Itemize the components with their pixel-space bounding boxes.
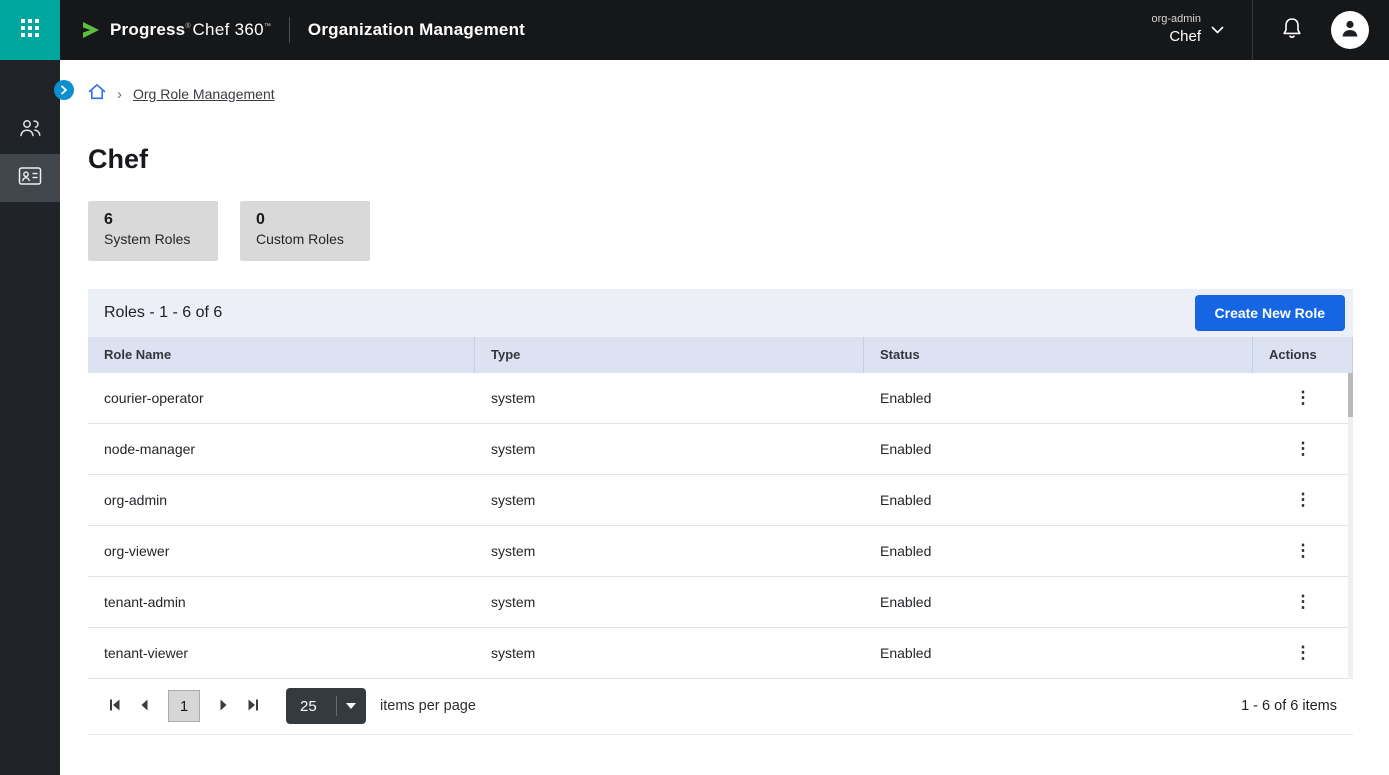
chevron-down-icon [1211,21,1224,39]
role-name-cell: tenant-admin [88,594,475,610]
role-status-cell: Enabled [864,543,1253,559]
page-title: Chef [88,144,1389,175]
role-type-cell: system [475,492,864,508]
table-row: org-viewersystemEnabled ⋮ [88,526,1353,577]
users-icon [18,117,42,144]
page-number-button[interactable]: 1 [168,690,200,722]
app-launcher-button[interactable] [0,0,60,60]
table-toolbar: Roles - 1 - 6 of 6 Create New Role [88,289,1353,337]
table-row: tenant-viewersystemEnabled ⋮ [88,628,1353,679]
row-actions-kebab-button[interactable]: ⋮ [1289,639,1317,667]
stat-label: Custom Roles [256,230,354,249]
chevron-down-icon [346,703,356,709]
role-name-cell: org-viewer [88,543,475,559]
previous-page-button[interactable] [130,691,160,721]
role-name-cell: tenant-viewer [88,645,475,661]
roles-table-body: courier-operatorsystemEnabled⋮node-manag… [88,373,1353,679]
column-header-status: Status [864,337,1253,373]
role-name-cell: node-manager [88,441,475,457]
header-divider [289,17,290,43]
brand-logo: Progress®Chef 360™ [80,19,271,41]
role-type-cell: system [475,441,864,457]
main-content: › Org Role Management Chef 6 System Role… [60,60,1389,775]
org-name-label: Chef [1169,27,1201,47]
org-switcher[interactable]: org-admin Chef [1151,12,1224,47]
table-header-row: Role Name Type Status Actions [88,337,1353,373]
column-header-actions: Actions [1253,337,1353,373]
stats-row: 6 System Roles 0 Custom Roles [88,201,1389,261]
breadcrumb-link-org-role-management[interactable]: Org Role Management [133,86,275,102]
brand-name: Progress [110,20,185,40]
sidebar-item-users[interactable] [0,106,60,154]
next-page-icon [216,698,230,715]
column-header-type: Type [475,337,864,373]
role-status-cell: Enabled [864,492,1253,508]
left-sidebar [0,60,60,775]
items-range-label: 1 - 6 of 6 items [1241,698,1337,714]
top-header: Progress®Chef 360™ Organization Manageme… [0,0,1389,60]
waffle-grid-icon [20,18,40,43]
brand-product: Chef 360 [192,20,263,40]
breadcrumb: › Org Role Management [88,84,1389,104]
sidebar-expand-button[interactable] [54,80,74,100]
items-per-page-select[interactable]: 25 [286,688,366,724]
role-name-cell: org-admin [88,492,475,508]
create-new-role-button[interactable]: Create New Role [1195,295,1345,331]
role-status-cell: Enabled [864,645,1253,661]
first-page-button[interactable] [100,691,130,721]
role-status-cell: Enabled [864,390,1253,406]
table-row: tenant-adminsystemEnabled ⋮ [88,577,1353,628]
roles-table: Roles - 1 - 6 of 6 Create New Role Role … [88,289,1353,735]
table-scrollbar-thumb[interactable] [1348,373,1353,417]
stat-card-system-roles: 6 System Roles [88,201,218,261]
next-page-button[interactable] [208,691,238,721]
table-row: courier-operatorsystemEnabled ⋮ [88,373,1353,424]
row-actions-kebab-button[interactable]: ⋮ [1289,384,1317,412]
previous-page-icon [138,698,152,715]
table-scrollbar-track[interactable] [1348,373,1353,679]
bell-icon [1281,17,1303,43]
stat-card-custom-roles: 0 Custom Roles [240,201,370,261]
last-page-button[interactable] [238,691,268,721]
breadcrumb-separator: › [117,87,122,102]
role-type-cell: system [475,543,864,559]
stat-value: 6 [104,210,202,230]
role-type-cell: system [475,645,864,661]
items-per-page-label: items per page [380,698,476,714]
role-type-cell: system [475,594,864,610]
org-role-label: org-admin [1151,12,1201,27]
row-actions-kebab-button[interactable]: ⋮ [1289,537,1317,565]
last-page-icon [246,698,260,715]
row-actions-kebab-button[interactable]: ⋮ [1289,588,1317,616]
table-row: org-adminsystemEnabled ⋮ [88,475,1353,526]
brand-registered-mark: ® [185,23,190,30]
chevron-right-icon [60,83,68,98]
brand-trademark: ™ [264,23,271,30]
role-name-cell: courier-operator [88,390,475,406]
column-header-role-name: Role Name [88,337,475,373]
app-title: Organization Management [308,20,525,40]
user-avatar-button[interactable] [1331,11,1369,49]
table-title: Roles - 1 - 6 of 6 [104,304,222,322]
header-divider [1252,0,1253,60]
user-icon [1339,17,1361,44]
table-row: node-managersystemEnabled ⋮ [88,424,1353,475]
progress-logo-icon [80,19,102,41]
stat-label: System Roles [104,230,202,249]
row-actions-kebab-button[interactable]: ⋮ [1289,435,1317,463]
first-page-icon [108,698,122,715]
role-badge-icon [18,166,42,191]
home-icon[interactable] [88,83,106,105]
role-status-cell: Enabled [864,441,1253,457]
role-status-cell: Enabled [864,594,1253,610]
items-per-page-value: 25 [300,698,317,715]
stat-value: 0 [256,210,354,230]
notifications-button[interactable] [1281,17,1303,43]
role-type-cell: system [475,390,864,406]
row-actions-kebab-button[interactable]: ⋮ [1289,486,1317,514]
pagination-bar: 1 25 items per page 1 - 6 of 6 items [88,679,1353,735]
sidebar-item-roles[interactable] [0,154,60,202]
